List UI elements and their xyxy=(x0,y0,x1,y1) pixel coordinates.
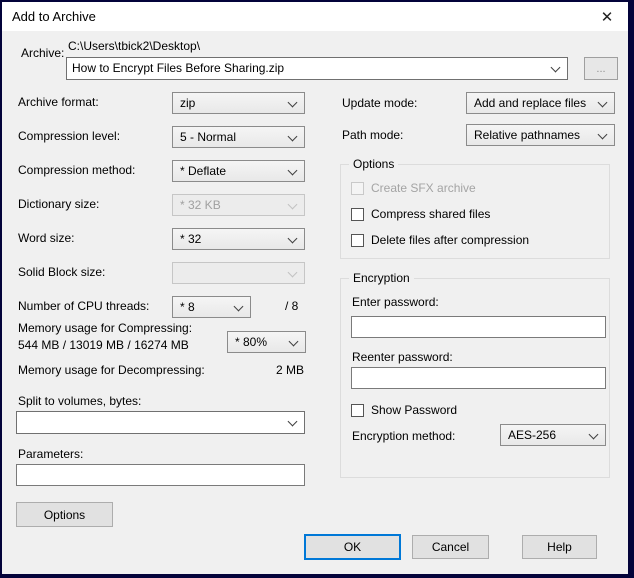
solid-block-size-label: Solid Block size: xyxy=(18,265,106,279)
compress-shared-label: Compress shared files xyxy=(371,207,491,221)
create-sfx-label: Create SFX archive xyxy=(371,181,476,195)
browse-button[interactable]: ... xyxy=(584,57,618,80)
ok-button[interactable]: OK xyxy=(304,534,401,560)
window-title: Add to Archive xyxy=(12,9,96,24)
update-mode-value: Add and replace files xyxy=(474,96,587,110)
encryption-method-label: Encryption method: xyxy=(352,429,456,443)
enter-password-label: Enter password: xyxy=(352,295,439,309)
encryption-method-value: AES-256 xyxy=(508,428,557,442)
archive-name-value: How to Encrypt Files Before Sharing.zip xyxy=(72,61,285,75)
memory-decompressing-value: 2 MB xyxy=(275,363,304,377)
chevron-down-icon xyxy=(287,131,298,142)
compression-method-label: Compression method: xyxy=(18,163,136,177)
cpu-threads-dropdown[interactable]: * 8 xyxy=(172,296,251,318)
compression-level-dropdown[interactable]: 5 - Normal xyxy=(172,126,305,148)
archive-format-label: Archive format: xyxy=(18,95,99,109)
archive-format-value: zip xyxy=(180,96,196,110)
checkbox-icon xyxy=(351,181,364,195)
archive-format-dropdown[interactable]: zip xyxy=(172,92,305,114)
word-size-value: * 32 xyxy=(180,232,202,246)
enter-password-input[interactable] xyxy=(351,316,606,338)
chevron-down-icon[interactable] xyxy=(287,416,298,427)
compression-method-dropdown[interactable]: * Deflate xyxy=(172,160,305,182)
close-icon[interactable]: ✕ xyxy=(595,5,619,28)
memory-usage-dropdown[interactable]: * 80% xyxy=(227,331,306,353)
window-frame: Add to Archive ✕ Archive: C:\Users\tbick… xyxy=(0,0,634,578)
show-password-label: Show Password xyxy=(371,403,458,417)
cpu-threads-label: Number of CPU threads: xyxy=(18,299,150,313)
options-button[interactable]: Options xyxy=(16,502,113,527)
chevron-down-icon xyxy=(597,129,608,140)
compress-shared-checkbox-row[interactable]: Compress shared files xyxy=(351,207,490,221)
solid-block-size-dropdown xyxy=(172,262,305,284)
parameters-label: Parameters: xyxy=(18,447,84,461)
path-mode-label: Path mode: xyxy=(342,128,404,142)
title-bar: Add to Archive ✕ xyxy=(2,2,628,31)
parameters-input[interactable] xyxy=(16,464,305,486)
chevron-down-icon xyxy=(287,267,298,278)
chevron-down-icon xyxy=(287,199,298,210)
chevron-down-icon xyxy=(597,97,608,108)
encryption-group-title: Encryption xyxy=(349,271,414,285)
memory-compressing-label: Memory usage for Compressing: xyxy=(18,321,193,335)
update-mode-dropdown[interactable]: Add and replace files xyxy=(466,92,615,114)
update-mode-label: Update mode: xyxy=(342,96,418,110)
options-group-title: Options xyxy=(349,157,399,171)
chevron-down-icon xyxy=(233,301,244,312)
memory-usage-value: * 80% xyxy=(235,335,268,349)
path-mode-dropdown[interactable]: Relative pathnames xyxy=(466,124,615,146)
path-mode-value: Relative pathnames xyxy=(474,128,581,142)
chevron-down-icon xyxy=(287,165,298,176)
split-volumes-label: Split to volumes, bytes: xyxy=(18,394,142,408)
memory-compressing-detail: 544 MB / 13019 MB / 16274 MB xyxy=(18,338,189,352)
archive-label: Archive: xyxy=(21,46,65,60)
archive-directory-path: C:\Users\tbick2\Desktop\ xyxy=(68,39,201,53)
encryption-method-dropdown[interactable]: AES-256 xyxy=(500,424,606,446)
chevron-down-icon xyxy=(287,233,298,244)
checkbox-icon[interactable] xyxy=(351,233,364,247)
chevron-down-icon[interactable] xyxy=(550,62,561,73)
reenter-password-label: Reenter password: xyxy=(352,350,453,364)
checkbox-icon[interactable] xyxy=(351,403,364,417)
chevron-down-icon xyxy=(287,97,298,108)
chevron-down-icon xyxy=(288,336,299,347)
create-sfx-checkbox-row: Create SFX archive xyxy=(351,181,476,195)
split-volumes-combobox[interactable] xyxy=(16,411,305,434)
dictionary-size-label: Dictionary size: xyxy=(18,197,100,211)
compression-level-label: Compression level: xyxy=(18,129,121,143)
cpu-threads-max: / 8 xyxy=(285,299,299,313)
dictionary-size-value: * 32 KB xyxy=(180,198,221,212)
reenter-password-input[interactable] xyxy=(351,367,606,389)
delete-after-compression-label: Delete files after compression xyxy=(371,233,530,247)
delete-after-compression-checkbox-row[interactable]: Delete files after compression xyxy=(351,233,529,247)
compression-method-value: * Deflate xyxy=(180,164,227,178)
add-to-archive-dialog: Add to Archive ✕ Archive: C:\Users\tbick… xyxy=(2,2,628,574)
help-button[interactable]: Help xyxy=(522,535,597,559)
cancel-button[interactable]: Cancel xyxy=(412,535,489,559)
cpu-threads-value: * 8 xyxy=(180,300,195,314)
archive-name-combobox[interactable]: How to Encrypt Files Before Sharing.zip xyxy=(66,57,568,80)
show-password-checkbox-row[interactable]: Show Password xyxy=(351,403,457,417)
checkbox-icon[interactable] xyxy=(351,207,364,221)
word-size-dropdown[interactable]: * 32 xyxy=(172,228,305,250)
dictionary-size-dropdown: * 32 KB xyxy=(172,194,305,216)
compression-level-value: 5 - Normal xyxy=(180,130,237,144)
word-size-label: Word size: xyxy=(18,231,75,245)
memory-decompressing-label: Memory usage for Decompressing: xyxy=(18,363,205,377)
chevron-down-icon xyxy=(588,429,599,440)
